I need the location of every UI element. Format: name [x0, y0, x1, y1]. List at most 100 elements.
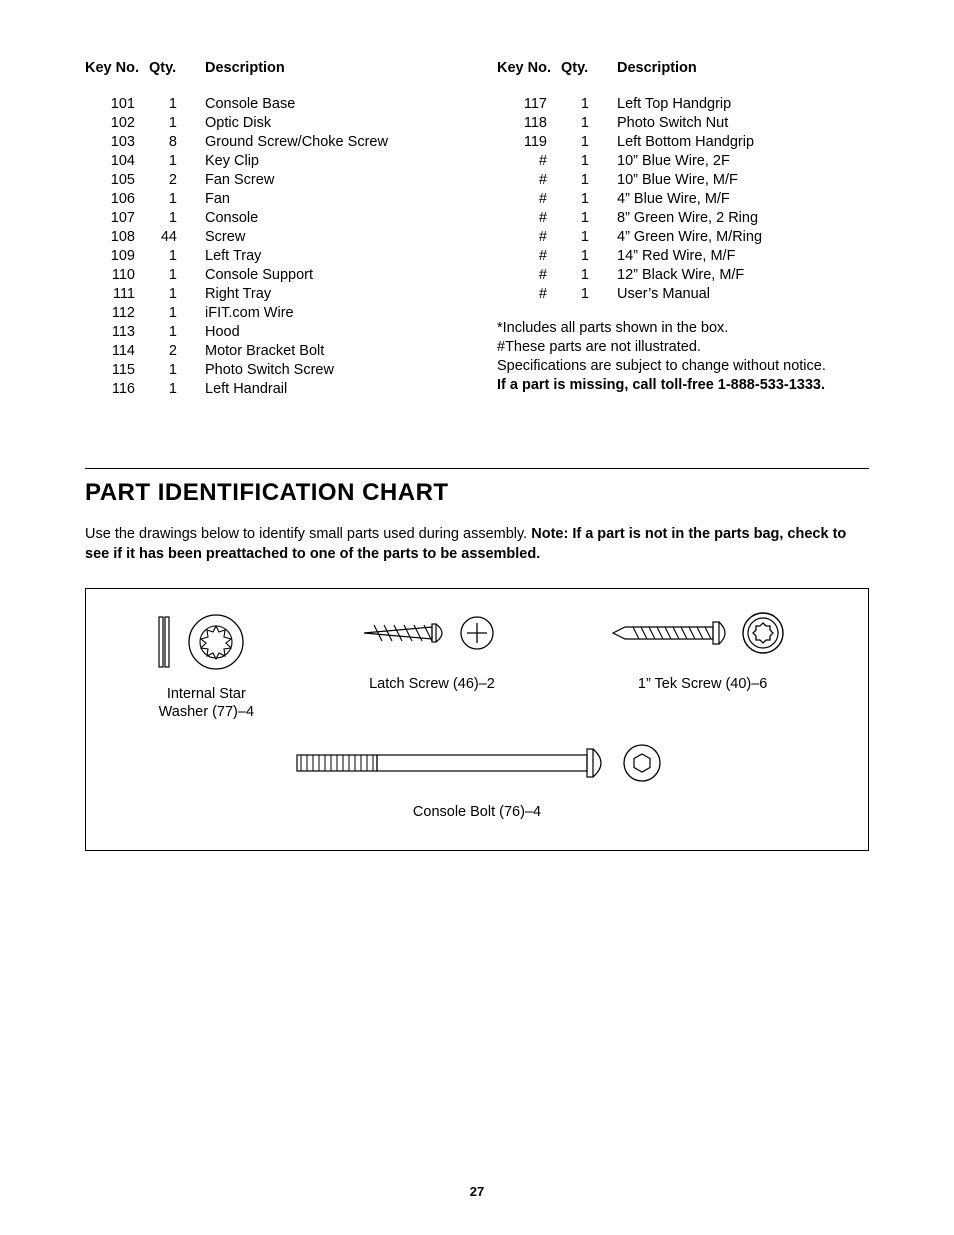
part-internal-star-washer: Internal StarWasher (77)–4: [151, 607, 261, 721]
cell-description: 10” Blue Wire, 2F: [617, 151, 869, 170]
cell-qty: 1: [561, 113, 617, 132]
cell-qty: 1: [561, 208, 617, 227]
parts-list-left: Key No. Qty. Description 1011Console Bas…: [85, 60, 457, 398]
page-number: 27: [0, 1184, 954, 1199]
table-row: #14” Blue Wire, M/F: [497, 189, 869, 208]
cell-qty: 1: [561, 265, 617, 284]
part-tek-screw: 1” Tek Screw (40)–6: [603, 607, 803, 693]
cell-description: Left Tray: [205, 246, 457, 265]
cell-description: 4” Green Wire, M/Ring: [617, 227, 869, 246]
cell-description: Console Support: [205, 265, 457, 284]
cell-keyno: 111: [85, 284, 149, 303]
table-row: 1111Right Tray: [85, 284, 457, 303]
cell-keyno: 116: [85, 379, 149, 398]
table-row: #114” Red Wire, M/F: [497, 246, 869, 265]
table-row: 1171Left Top Handgrip: [497, 94, 869, 113]
cell-description: 8” Green Wire, 2 Ring: [617, 208, 869, 227]
note-specs: Specifications are subject to change wit…: [497, 357, 869, 376]
cell-qty: 2: [149, 341, 205, 360]
cell-keyno: #: [497, 265, 561, 284]
cell-qty: 1: [561, 227, 617, 246]
cell-description: 10” Blue Wire, M/F: [617, 170, 869, 189]
section-title: PART IDENTIFICATION CHART: [85, 479, 869, 507]
cell-qty: 1: [561, 94, 617, 113]
cell-keyno: 106: [85, 189, 149, 208]
table-row: 10844Screw: [85, 227, 457, 246]
header-desc: Description: [205, 60, 457, 94]
cell-keyno: #: [497, 189, 561, 208]
table-row: #14” Green Wire, M/Ring: [497, 227, 869, 246]
cell-keyno: 108: [85, 227, 149, 246]
cell-keyno: 118: [497, 113, 561, 132]
note-hash: #These parts are not illustrated.: [497, 338, 869, 357]
cell-qty: 8: [149, 132, 205, 151]
table-row: 1131Hood: [85, 322, 457, 341]
section-divider: [85, 468, 869, 469]
cell-keyno: 117: [497, 94, 561, 113]
table-row: 1121iFIT.com Wire: [85, 303, 457, 322]
tek-screw-icon: [603, 607, 803, 667]
latch-screw-icon: [352, 607, 512, 667]
table-row: #112” Black Wire, M/F: [497, 265, 869, 284]
cell-description: Left Top Handgrip: [617, 94, 869, 113]
cell-qty: 1: [149, 303, 205, 322]
cell-qty: 1: [561, 284, 617, 303]
cell-keyno: 102: [85, 113, 149, 132]
cell-qty: 1: [149, 113, 205, 132]
table-row: 1021Optic Disk: [85, 113, 457, 132]
cell-description: Console: [205, 208, 457, 227]
cell-keyno: #: [497, 246, 561, 265]
cell-keyno: #: [497, 208, 561, 227]
cell-keyno: #: [497, 151, 561, 170]
cell-description: Motor Bracket Bolt: [205, 341, 457, 360]
table-row: 1151Photo Switch Screw: [85, 360, 457, 379]
cell-description: 14” Red Wire, M/F: [617, 246, 869, 265]
latch-screw-label: Latch Screw (46)–2: [352, 675, 512, 693]
cell-keyno: 110: [85, 265, 149, 284]
cell-description: 12” Black Wire, M/F: [617, 265, 869, 284]
cell-keyno: 109: [85, 246, 149, 265]
cell-description: Console Base: [205, 94, 457, 113]
header-qty: Qty.: [561, 60, 617, 94]
cell-description: Left Handrail: [205, 379, 457, 398]
cell-keyno: #: [497, 170, 561, 189]
cell-qty: 1: [149, 284, 205, 303]
console-bolt-label: Console Bolt (76)–4: [287, 803, 667, 821]
cell-keyno: 113: [85, 322, 149, 341]
cell-qty: 1: [149, 94, 205, 113]
header-keyno: Key No.: [85, 60, 149, 94]
cell-description: Ground Screw/Choke Screw: [205, 132, 457, 151]
part-identification-chart: Internal StarWasher (77)–4: [85, 588, 869, 850]
table-row: 1142Motor Bracket Bolt: [85, 341, 457, 360]
table-row: 1101Console Support: [85, 265, 457, 284]
table-row: #1User’s Manual: [497, 284, 869, 303]
table-row: #110” Blue Wire, M/F: [497, 170, 869, 189]
table-row: #110” Blue Wire, 2F: [497, 151, 869, 170]
table-row: 1052Fan Screw: [85, 170, 457, 189]
cell-description: Left Bottom Handgrip: [617, 132, 869, 151]
cell-qty: 1: [149, 360, 205, 379]
cell-description: User’s Manual: [617, 284, 869, 303]
table-row: 1161Left Handrail: [85, 379, 457, 398]
table-row: 1011Console Base: [85, 94, 457, 113]
cell-description: Photo Switch Screw: [205, 360, 457, 379]
part-latch-screw: Latch Screw (46)–2: [352, 607, 512, 693]
cell-keyno: 105: [85, 170, 149, 189]
console-bolt-icon: [287, 735, 667, 795]
cell-keyno: #: [497, 284, 561, 303]
cell-qty: 1: [149, 379, 205, 398]
cell-description: 4” Blue Wire, M/F: [617, 189, 869, 208]
part-console-bolt: Console Bolt (76)–4: [287, 735, 667, 821]
note-star: *Includes all parts shown in the box.: [497, 319, 869, 338]
cell-qty: 2: [149, 170, 205, 189]
cell-keyno: 119: [497, 132, 561, 151]
tek-screw-label: 1” Tek Screw (40)–6: [603, 675, 803, 693]
cell-qty: 1: [149, 189, 205, 208]
cell-qty: 1: [561, 132, 617, 151]
cell-keyno: 107: [85, 208, 149, 227]
table-row: 1091Left Tray: [85, 246, 457, 265]
cell-qty: 1: [561, 151, 617, 170]
table-row: 1071Console: [85, 208, 457, 227]
cell-keyno: 112: [85, 303, 149, 322]
table-row: 1181Photo Switch Nut: [497, 113, 869, 132]
